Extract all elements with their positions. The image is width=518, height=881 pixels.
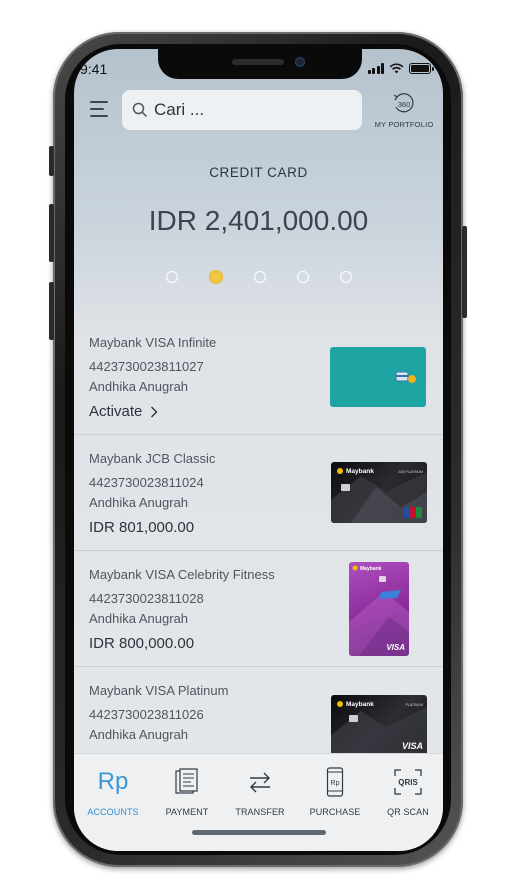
- activate-link[interactable]: Activate: [89, 403, 158, 420]
- card-number: 4423730023811027: [89, 359, 204, 374]
- card-number: 4423730023811026: [89, 707, 204, 722]
- card-number: 4423730023811028: [89, 591, 204, 606]
- card-name: Maybank VISA Infinite: [89, 335, 217, 350]
- app-screen: 9:41 360: [74, 49, 443, 851]
- card-number: 4423730023811024: [89, 475, 204, 490]
- portfolio-icon-text: 360: [398, 100, 411, 109]
- card-list-item[interactable]: Maybank JCB Classic 4423730023811024 And…: [74, 435, 443, 551]
- hamburger-menu-icon[interactable]: [90, 101, 110, 119]
- mobile-purchase-icon: Rp: [326, 767, 344, 797]
- my-portfolio-button[interactable]: 360 MY PORTFOLIO: [368, 91, 440, 129]
- card-brand-text: Maybank: [360, 566, 382, 572]
- search-bar[interactable]: [122, 90, 362, 130]
- page-dot[interactable]: [165, 271, 178, 283]
- card-brand-text: Maybank: [346, 468, 374, 475]
- page-dot-active[interactable]: [208, 270, 223, 284]
- card-holder: Andhika Anugrah: [89, 727, 189, 742]
- card-list-item[interactable]: Maybank VISA Platinum 4423730023811026 A…: [74, 667, 443, 753]
- nav-label: PURCHASE: [309, 807, 361, 817]
- card-list-item[interactable]: Maybank VISA Infinite 4423730023811027 A…: [74, 319, 443, 435]
- nav-label: TRANSFER: [235, 807, 285, 817]
- front-camera: [295, 57, 305, 67]
- page-dot[interactable]: [339, 271, 352, 283]
- card-outstanding-amount: IDR 800,000.00: [89, 635, 195, 652]
- nav-transfer[interactable]: TRANSFER: [223, 766, 297, 817]
- nav-label: ACCOUNTS: [87, 807, 139, 817]
- card-list-item[interactable]: Maybank VISA Celebrity Fitness 442373002…: [74, 551, 443, 667]
- card-network-text: VISA: [402, 741, 423, 751]
- search-icon: [132, 102, 148, 118]
- nav-purchase[interactable]: Rp PURCHASE: [298, 766, 372, 817]
- cellular-signal-icon: [367, 63, 384, 74]
- portfolio-360-icon: 360: [391, 91, 417, 117]
- card-brand-text: Maybank: [346, 701, 374, 708]
- credit-card-list[interactable]: Maybank VISA Infinite 4423730023811027 A…: [74, 319, 443, 753]
- nav-payment[interactable]: PAYMENT: [150, 766, 224, 817]
- battery-icon: [409, 63, 434, 74]
- nav-label: QR SCAN: [387, 807, 429, 817]
- qris-scan-icon: QRIS: [394, 769, 422, 795]
- card-outstanding-amount: IDR 801,000.00: [89, 519, 195, 536]
- card-tier-text: PLATINUM: [406, 703, 424, 707]
- wifi-icon: [389, 63, 404, 74]
- card-name: Maybank VISA Celebrity Fitness: [89, 567, 275, 582]
- card-holder: Andhika Anugrah: [89, 379, 189, 394]
- jcb-classic-card-image[interactable]: Maybank JCB PLATINUM: [331, 462, 427, 523]
- nav-accounts[interactable]: Rp ACCOUNTS: [76, 766, 150, 817]
- visa-platinum-card-image[interactable]: Maybank PLATINUM VISA: [331, 695, 427, 753]
- card-holder: Andhika Anugrah: [89, 495, 189, 510]
- nav-label: PAYMENT: [165, 807, 209, 817]
- phone-notch: [158, 49, 362, 79]
- rupiah-icon: Rp: [97, 768, 129, 795]
- status-time: 9:41: [80, 61, 108, 77]
- visa-celebrity-fitness-card-image[interactable]: Maybank VISA: [349, 562, 409, 656]
- purchase-icon-text: Rp: [331, 780, 340, 787]
- card-name: Maybank VISA Platinum: [89, 683, 229, 698]
- search-input[interactable]: [154, 100, 344, 120]
- page-dot[interactable]: [296, 271, 309, 283]
- section-title: CREDIT CARD: [209, 165, 308, 180]
- portfolio-label: MY PORTFOLIO: [374, 120, 434, 129]
- bottom-navigation: Rp ACCOUNTS PAYMENT TRANSFER Rp PURCHASE…: [74, 753, 443, 851]
- speaker-grille: [232, 59, 284, 65]
- card-network-text: VISA: [386, 643, 405, 652]
- nav-qr-scan[interactable]: QRIS QR SCAN: [371, 766, 443, 817]
- card-tier-text: JCB PLATINUM: [398, 470, 423, 474]
- activate-label: Activate: [89, 403, 143, 420]
- transfer-arrows-icon: [250, 772, 270, 793]
- total-balance: IDR 2,401,000.00: [148, 205, 369, 236]
- card-holder: Andhika Anugrah: [89, 611, 189, 626]
- page-indicator[interactable]: [74, 270, 443, 284]
- page-dot[interactable]: [253, 271, 266, 283]
- card-name: Maybank JCB Classic: [89, 451, 216, 466]
- visa-infinite-card-image[interactable]: [330, 347, 426, 407]
- chevron-right-icon: [151, 406, 158, 417]
- home-indicator[interactable]: [192, 830, 326, 835]
- receipt-icon: [175, 768, 198, 794]
- status-icons: [367, 63, 434, 74]
- qris-icon-text: QRIS: [398, 778, 418, 787]
